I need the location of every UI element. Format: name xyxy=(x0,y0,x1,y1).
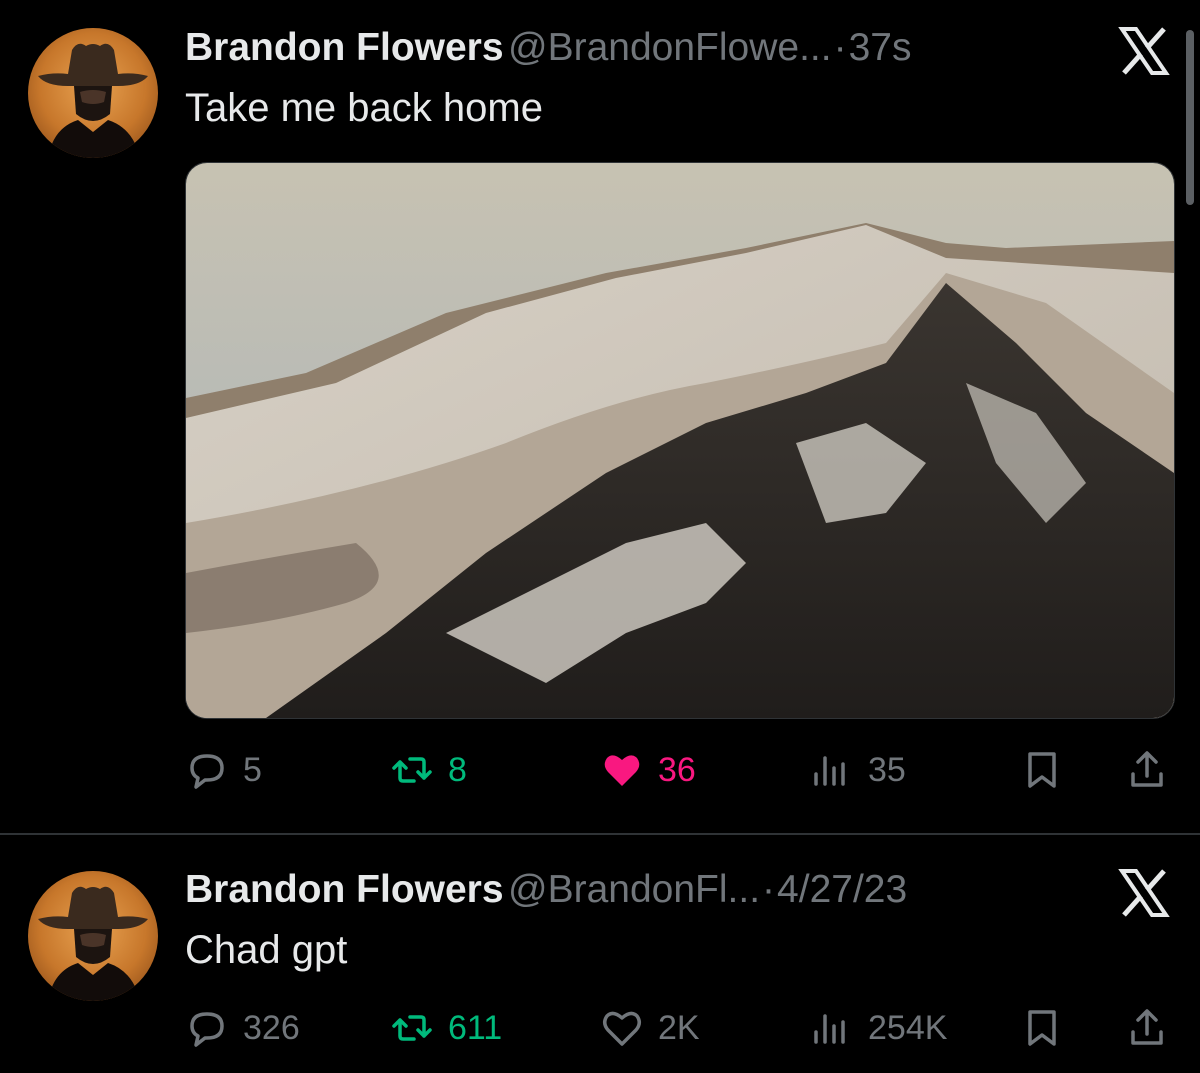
share-icon xyxy=(1131,751,1163,787)
views-icon xyxy=(814,756,845,786)
bookmark-button[interactable] xyxy=(1020,1003,1064,1053)
repost-icon xyxy=(392,1015,432,1041)
tweet-header: Brandon Flowers @BrandonFlowe...·37s xyxy=(185,26,1100,70)
tweet-2[interactable]: Brandon Flowers @BrandonFl...·4/27/23 Ch… xyxy=(0,835,1200,1073)
repost-icon xyxy=(392,757,432,783)
reply-icon xyxy=(190,1012,224,1047)
tweet-actions: 5 8 36 35 xyxy=(185,745,1170,795)
timestamp[interactable]: 4/27/23 xyxy=(777,868,907,911)
like-count: 2K xyxy=(658,1008,700,1047)
views-button[interactable]: 254K xyxy=(810,1003,947,1053)
author-handle[interactable]: @BrandonFl... xyxy=(508,868,760,911)
reply-count: 5 xyxy=(243,750,262,789)
reply-icon xyxy=(190,754,224,789)
x-logo-icon xyxy=(1118,26,1170,76)
tweet-1[interactable]: Brandon Flowers @BrandonFlowe...·37s Tak… xyxy=(0,0,1200,834)
author-handle[interactable]: @BrandonFlowe... xyxy=(508,26,832,69)
tweet-header: Brandon Flowers @BrandonFl...·4/27/23 xyxy=(185,868,1100,912)
separator-dot: · xyxy=(762,868,776,911)
like-count: 36 xyxy=(658,750,696,789)
repost-button[interactable]: 611 xyxy=(390,1003,502,1053)
repost-count: 611 xyxy=(448,1008,503,1047)
views-count: 254K xyxy=(868,1008,948,1047)
tweet-actions: 326 611 2K 254K xyxy=(185,1003,1170,1053)
reply-count: 326 xyxy=(243,1008,300,1047)
tweet-text: Take me back home xyxy=(185,86,543,130)
views-count: 35 xyxy=(868,750,906,789)
views-icon xyxy=(814,1014,845,1044)
bookmark-button[interactable] xyxy=(1020,745,1064,795)
avatar[interactable] xyxy=(28,28,158,158)
tweet-media-image[interactable] xyxy=(185,162,1175,719)
views-button[interactable]: 35 xyxy=(810,745,906,795)
separator-dot: · xyxy=(833,26,847,69)
avatar[interactable] xyxy=(28,871,158,1001)
share-button[interactable] xyxy=(1125,1003,1169,1053)
like-icon xyxy=(603,1011,641,1046)
author-name[interactable]: Brandon Flowers xyxy=(185,26,504,69)
reply-button[interactable]: 5 xyxy=(185,745,262,795)
share-button[interactable] xyxy=(1125,745,1169,795)
reply-button[interactable]: 326 xyxy=(185,1003,300,1053)
author-name[interactable]: Brandon Flowers xyxy=(185,868,504,911)
like-button[interactable]: 36 xyxy=(600,745,696,795)
timestamp[interactable]: 37s xyxy=(849,26,912,69)
share-icon xyxy=(1131,1009,1163,1045)
bookmark-icon xyxy=(1028,1010,1056,1046)
bookmark-icon xyxy=(1028,752,1056,788)
x-logo-icon xyxy=(1118,868,1170,918)
like-icon xyxy=(604,755,640,786)
scrollbar[interactable] xyxy=(1186,30,1194,205)
repost-count: 8 xyxy=(448,750,467,789)
repost-button[interactable]: 8 xyxy=(390,745,467,795)
like-button[interactable]: 2K xyxy=(600,1003,700,1053)
tweet-text: Chad gpt xyxy=(185,928,348,972)
